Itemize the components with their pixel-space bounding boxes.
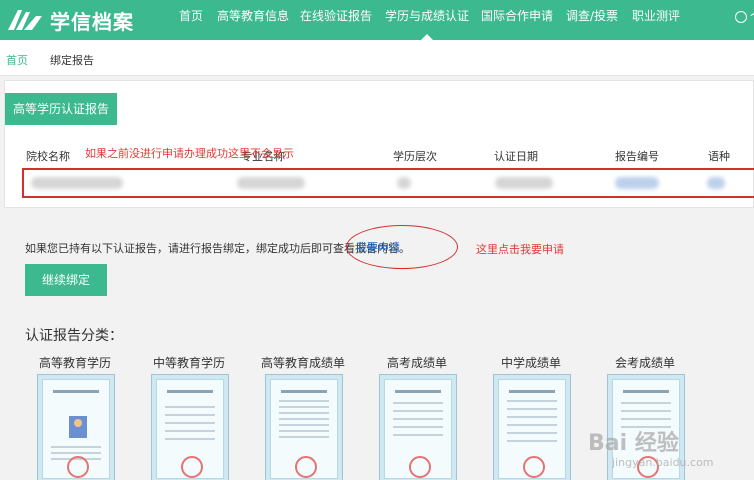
user-menu-label[interactable]: 个 [750, 8, 754, 24]
blurred-certification-date [495, 177, 553, 189]
report-thumbnail[interactable] [493, 374, 571, 480]
nav-degree-transcript-certification[interactable]: 学历与成绩认证 [385, 0, 469, 40]
category-label: 会考成绩单 [614, 356, 675, 370]
blurred-education-level [397, 177, 411, 189]
top-nav: 学信档案 首页 高等教育信息 在线验证报告 学历与成绩认证 国际合作申请 调查/… [0, 0, 754, 40]
category-higher-education-transcript[interactable]: 高等教育成绩单 [253, 354, 353, 480]
watermark-brand: Bai 经验 [588, 431, 679, 456]
breadcrumb-home[interactable]: 首页 [6, 52, 28, 68]
seal-icon [409, 456, 431, 478]
report-thumbnail[interactable] [379, 374, 457, 480]
category-high-school-transcript[interactable]: 中学成绩单 [481, 354, 581, 480]
breadcrumb-current: 绑定报告 [50, 54, 94, 67]
report-table-card: 高等学历认证报告 院校名称 专业名称 学历层次 认证日期 报告编号 语种 如果之… [4, 80, 754, 208]
report-thumbnail[interactable] [265, 374, 343, 480]
category-label: 高等教育学历 [38, 356, 111, 370]
blurred-school-name [31, 177, 123, 189]
seal-icon [295, 456, 317, 478]
category-secondary-education-degree[interactable]: 中等教育学历 [139, 354, 239, 480]
nav-home[interactable]: 首页 [179, 0, 203, 40]
nav-higher-education-info[interactable]: 高等教育信息 [217, 0, 289, 40]
watermark-url: jingyan.baidu.com [612, 456, 714, 469]
continue-bind-button[interactable]: 继续绑定 [25, 264, 107, 296]
categories-title: 认证报告分类： [25, 328, 123, 344]
category-label: 高等教育成绩单 [260, 356, 345, 370]
category-label: 中学成绩单 [500, 356, 561, 370]
category-label: 中等教育学历 [152, 356, 225, 370]
user-icon[interactable] [735, 11, 747, 23]
report-thumbnail[interactable] [37, 374, 115, 480]
site-logo[interactable]: 学信档案 [6, 6, 134, 34]
nav-survey-vote[interactable]: 调查/投票 [566, 0, 618, 40]
annotation-click-apply: 这里点击我要申请 [476, 243, 564, 256]
column-header-education-level: 学历层次 [393, 150, 437, 163]
seal-icon [181, 456, 203, 478]
annotation-not-applied-note: 如果之前没进行申请办理成功这里不会显示 [85, 147, 294, 160]
nav-international-cooperation[interactable]: 国际合作申请 [481, 0, 553, 40]
blurred-language [707, 177, 725, 189]
logo-text: 学信档案 [50, 9, 134, 34]
nav-online-verification-report[interactable]: 在线验证报告 [300, 0, 372, 40]
column-header-certification-date: 认证日期 [494, 150, 538, 163]
category-gaokao-transcript[interactable]: 高考成绩单 [367, 354, 467, 480]
nav-career-assessment[interactable]: 职业测评 [632, 0, 680, 40]
category-huikao-transcript[interactable]: 会考成绩单 [595, 354, 695, 480]
category-label: 高考成绩单 [386, 356, 447, 370]
breadcrumb: 首页 绑定报告 [0, 40, 754, 76]
report-thumbnail[interactable] [151, 374, 229, 480]
column-header-report-number: 报告编号 [615, 150, 659, 163]
photo-icon [69, 416, 87, 438]
column-header-language: 语种 [708, 150, 730, 163]
book-logo-icon [8, 10, 42, 30]
blurred-report-number [615, 177, 659, 189]
annotation-circle [346, 225, 458, 269]
blurred-major-name [237, 177, 305, 189]
seal-icon [523, 456, 545, 478]
tab-higher-education-report[interactable]: 高等学历认证报告 [5, 93, 117, 125]
column-header-school: 院校名称 [26, 150, 70, 163]
category-higher-education-degree[interactable]: 高等教育学历 [25, 354, 125, 480]
seal-icon [67, 456, 89, 478]
